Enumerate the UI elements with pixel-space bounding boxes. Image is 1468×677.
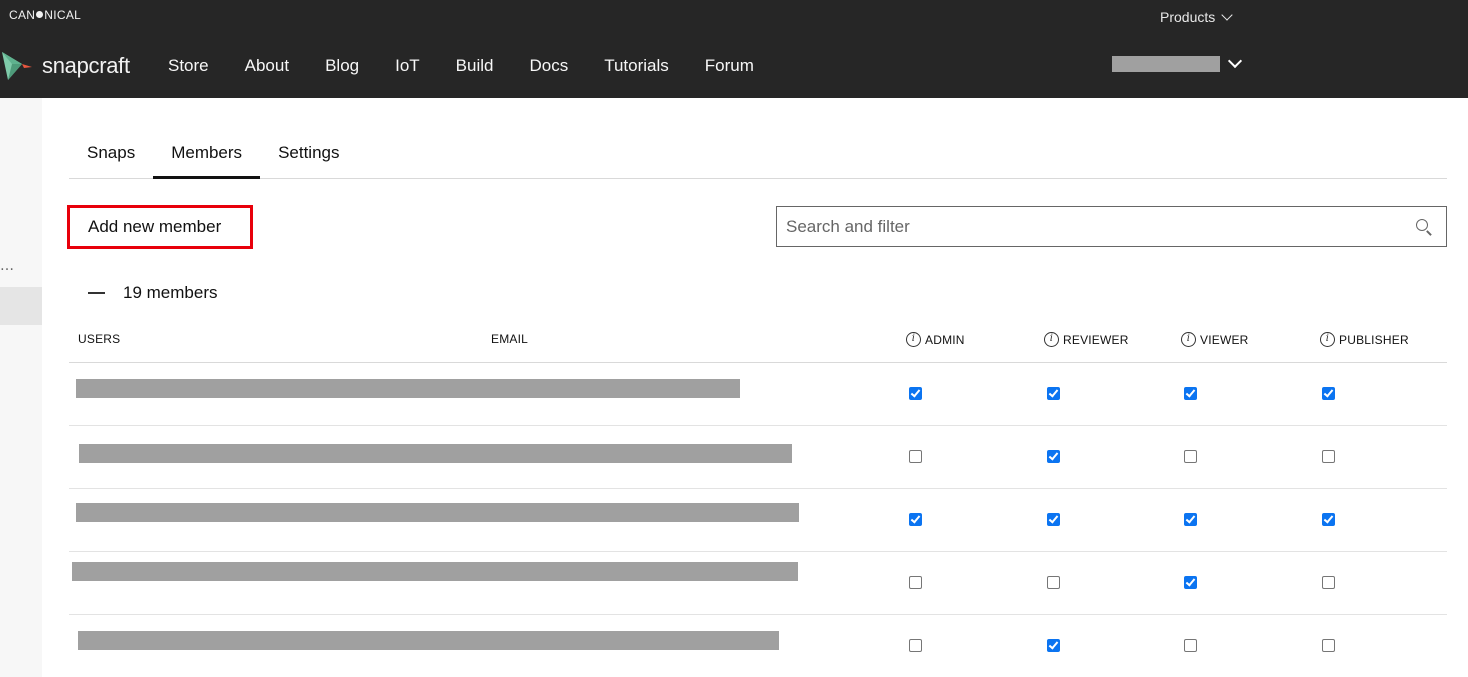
canonical-logo[interactable]: CAN NICAL bbox=[9, 8, 81, 22]
table-row bbox=[69, 615, 1447, 677]
redacted-user-and-email bbox=[72, 562, 798, 581]
tab-snaps[interactable]: Snaps bbox=[69, 134, 153, 178]
admin-role-checkbox[interactable] bbox=[909, 513, 922, 526]
viewer-role-checkbox[interactable] bbox=[1184, 639, 1197, 652]
collapse-icon[interactable] bbox=[88, 292, 105, 294]
nav-store[interactable]: Store bbox=[150, 50, 227, 82]
reviewer-role-checkbox[interactable] bbox=[1047, 639, 1060, 652]
nav-blog[interactable]: Blog bbox=[307, 50, 377, 82]
publisher-role-checkbox[interactable] bbox=[1322, 513, 1335, 526]
main-nav: Store About Blog IoT Build Docs Tutorial… bbox=[150, 50, 772, 82]
admin-role-checkbox[interactable] bbox=[909, 387, 922, 400]
redacted-user-and-email bbox=[78, 631, 779, 650]
members-table: USERS EMAIL i ADMIN i REVIEWER i VIEWER i PU… bbox=[69, 320, 1447, 677]
admin-role-checkbox[interactable] bbox=[909, 450, 922, 463]
table-body bbox=[69, 363, 1447, 677]
search-and-filter bbox=[776, 206, 1447, 247]
publisher-role-checkbox[interactable] bbox=[1322, 450, 1335, 463]
members-count-toggle: 19 members bbox=[88, 283, 217, 303]
nav-build[interactable]: Build bbox=[438, 50, 512, 82]
info-icon[interactable]: i bbox=[1044, 332, 1059, 347]
column-header-publisher: i PUBLISHER bbox=[1320, 332, 1409, 347]
nav-about[interactable]: About bbox=[227, 50, 307, 82]
column-header-admin: i ADMIN bbox=[906, 332, 965, 347]
side-panel-active-item[interactable] bbox=[0, 287, 42, 325]
reviewer-role-checkbox[interactable] bbox=[1047, 387, 1060, 400]
publisher-role-checkbox[interactable] bbox=[1322, 387, 1335, 400]
snapcraft-bird-icon bbox=[2, 52, 32, 80]
side-panel bbox=[0, 98, 42, 677]
nav-forum[interactable]: Forum bbox=[687, 50, 772, 82]
info-icon[interactable]: i bbox=[1320, 332, 1335, 347]
table-row bbox=[69, 489, 1447, 552]
column-header-users: USERS bbox=[78, 332, 121, 346]
redacted-user-and-email bbox=[76, 379, 740, 398]
redacted-user-and-email bbox=[76, 503, 799, 522]
column-header-email: EMAIL bbox=[491, 332, 529, 346]
nav-iot[interactable]: IoT bbox=[377, 50, 438, 82]
tab-members[interactable]: Members bbox=[153, 134, 261, 179]
publisher-role-checkbox[interactable] bbox=[1322, 639, 1335, 652]
search-input[interactable] bbox=[777, 207, 1408, 246]
add-new-member-button[interactable]: Add new member bbox=[67, 205, 253, 249]
viewer-role-checkbox[interactable] bbox=[1184, 450, 1197, 463]
user-menu-button[interactable] bbox=[1112, 53, 1243, 72]
chevron-down-icon bbox=[1227, 53, 1243, 69]
canonical-logo-text-end: NICAL bbox=[44, 8, 82, 22]
canonical-logo-text-start: CAN bbox=[9, 8, 36, 22]
viewer-role-checkbox[interactable] bbox=[1184, 513, 1197, 526]
publisher-role-checkbox[interactable] bbox=[1322, 576, 1335, 589]
nav-tutorials[interactable]: Tutorials bbox=[586, 50, 687, 82]
column-header-reviewer: i REVIEWER bbox=[1044, 332, 1129, 347]
publisher-tabs: Snaps Members Settings bbox=[69, 134, 1447, 179]
products-label: Products bbox=[1160, 9, 1216, 25]
table-header: USERS EMAIL i ADMIN i REVIEWER i VIEWER i PU… bbox=[69, 320, 1447, 363]
canonical-logo-dot bbox=[36, 11, 44, 18]
more-icon[interactable]: … bbox=[0, 258, 15, 274]
search-icon[interactable] bbox=[1408, 212, 1438, 242]
table-row bbox=[69, 552, 1447, 615]
info-icon[interactable]: i bbox=[1181, 332, 1196, 347]
info-icon[interactable]: i bbox=[906, 332, 921, 347]
redacted-user-and-email bbox=[79, 444, 792, 463]
table-row bbox=[69, 426, 1447, 489]
chevron-down-icon bbox=[1221, 8, 1233, 21]
members-count-label: 19 members bbox=[123, 283, 218, 302]
products-menu-button[interactable]: Products bbox=[1160, 8, 1233, 25]
viewer-role-checkbox[interactable] bbox=[1184, 387, 1197, 400]
tab-settings[interactable]: Settings bbox=[260, 134, 357, 178]
nav-docs[interactable]: Docs bbox=[511, 50, 586, 82]
column-header-viewer: i VIEWER bbox=[1181, 332, 1249, 347]
redacted-user-name bbox=[1112, 56, 1220, 72]
admin-role-checkbox[interactable] bbox=[909, 639, 922, 652]
snapcraft-logo-text: snapcraft bbox=[42, 53, 130, 78]
table-row bbox=[69, 363, 1447, 426]
top-navigation-bar: CAN NICAL Products snapcraft Store About … bbox=[0, 0, 1468, 98]
reviewer-role-checkbox[interactable] bbox=[1047, 576, 1060, 589]
admin-role-checkbox[interactable] bbox=[909, 576, 922, 589]
reviewer-role-checkbox[interactable] bbox=[1047, 513, 1060, 526]
snapcraft-logo[interactable]: snapcraft bbox=[2, 50, 130, 82]
reviewer-role-checkbox[interactable] bbox=[1047, 450, 1060, 463]
viewer-role-checkbox[interactable] bbox=[1184, 576, 1197, 589]
